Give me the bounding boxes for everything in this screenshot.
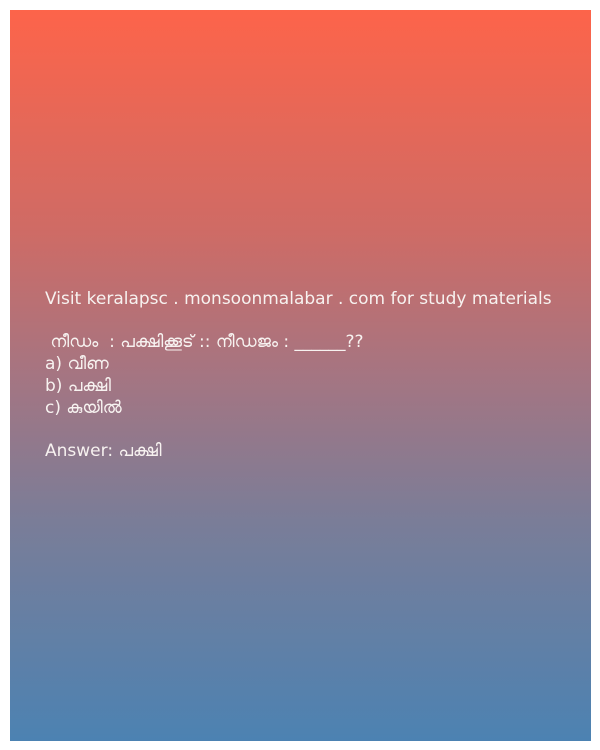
question-text: നീഡം : പക്ഷിക്കൂട് :: നീഡജം : ______?? bbox=[45, 332, 364, 352]
promo-text: Visit keralapsc . monsoonmalabar . com f… bbox=[45, 289, 552, 309]
answer-text: Answer: പക്ഷി bbox=[45, 441, 162, 461]
option-b: b) പക്ഷി bbox=[45, 376, 111, 396]
question-card: Visit keralapsc . monsoonmalabar . com f… bbox=[10, 10, 591, 741]
option-a: a) വീണ bbox=[45, 354, 109, 374]
option-c: c) കുയിൽ bbox=[45, 398, 122, 418]
question-text-block: Visit keralapsc . monsoonmalabar . com f… bbox=[45, 288, 585, 462]
